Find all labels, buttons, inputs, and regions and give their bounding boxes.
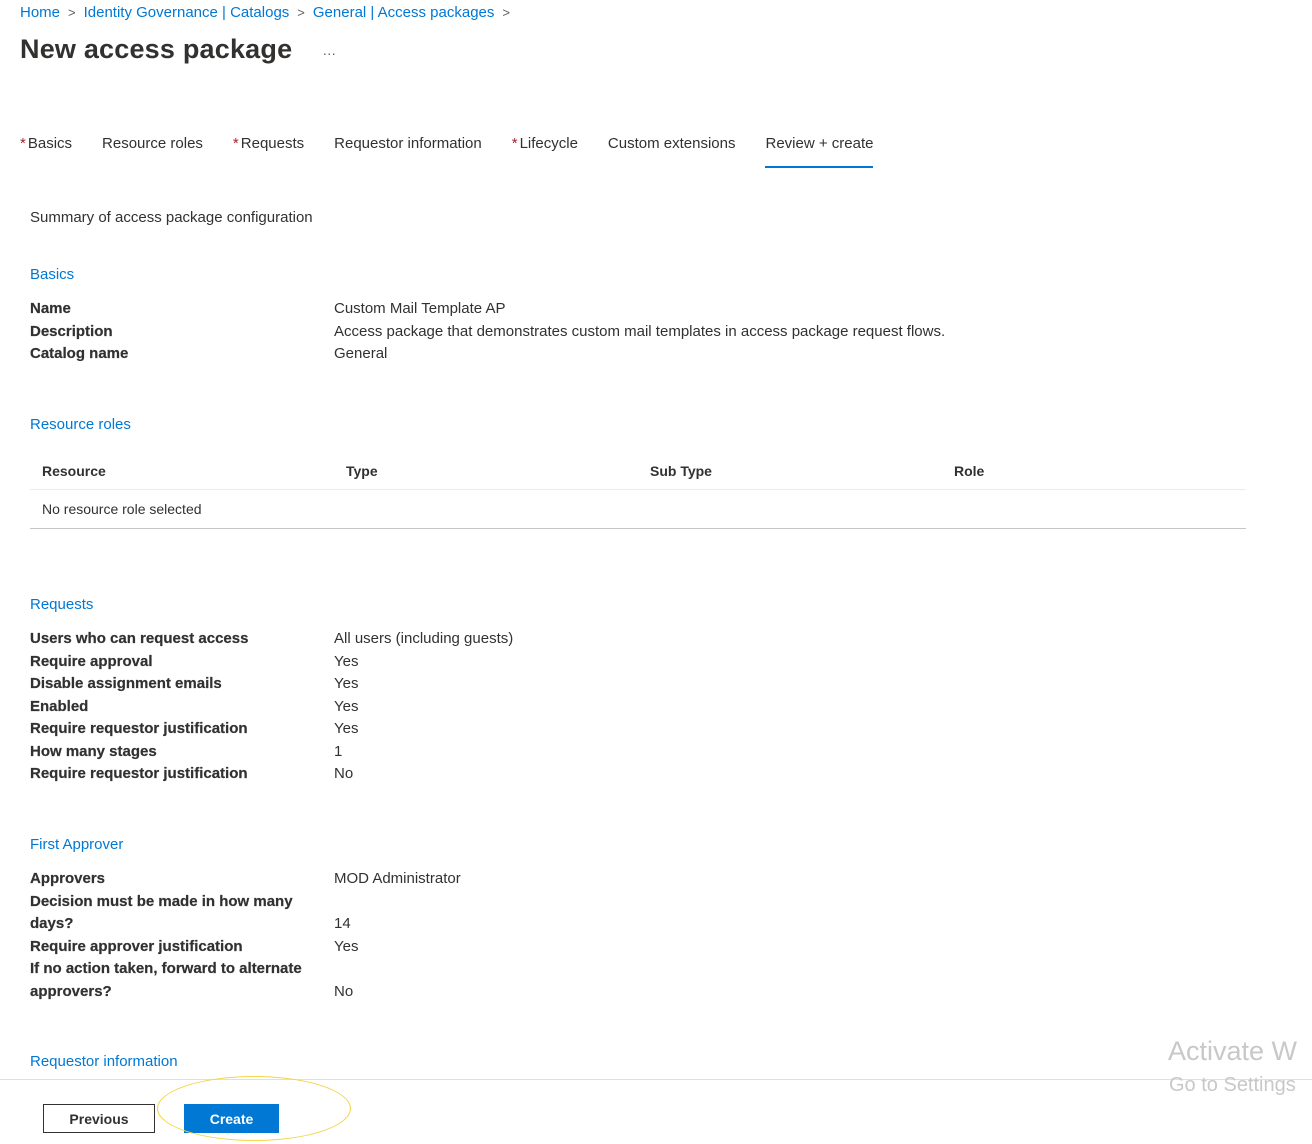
section-first-approver-heading: First Approver (30, 836, 124, 853)
detail-value: No (334, 765, 354, 782)
column-header-role[interactable]: Role (942, 463, 1242, 479)
column-header-sub-type[interactable]: Sub Type (638, 463, 942, 479)
detail-key-line: approvers? (30, 982, 112, 1000)
tab-label: Lifecycle (519, 135, 578, 152)
detail-key-line: days? (30, 915, 74, 932)
detail-value: All users (including guests) (334, 630, 514, 647)
detail-value: 1 (334, 742, 343, 760)
detail-key: Users who can request access (30, 630, 249, 647)
detail-value: General (334, 345, 388, 362)
breadcrumb-home[interactable]: Home (20, 4, 60, 21)
tab-basics[interactable]: * Basics (20, 133, 72, 169)
first-approver-details: Approvers MOD Administrator Decision mus… (30, 868, 1230, 1003)
detail-key: Require approver justification (30, 937, 243, 955)
tab-lifecycle[interactable]: * Lifecycle (512, 133, 578, 169)
column-header-type[interactable]: Type (334, 463, 638, 479)
basics-details: Name Custom Mail Template AP Description… (30, 298, 1230, 366)
chevron-right-icon: > (502, 4, 510, 20)
detail-key: Disable assignment emails (30, 675, 222, 692)
detail-row: Require approval Yes (30, 651, 1230, 674)
breadcrumb-identity-governance[interactable]: Identity Governance | Catalogs (84, 4, 290, 21)
detail-row: How many stages 1 (30, 741, 1230, 764)
detail-row: Approvers MOD Administrator (30, 868, 1230, 891)
section-resource-roles-heading: Resource roles (30, 416, 131, 433)
tab-label: Resource roles (102, 135, 203, 152)
tab-resource-roles[interactable]: Resource roles (102, 133, 203, 169)
required-marker: * (511, 135, 518, 152)
summary-text: Summary of access package configuration (30, 209, 313, 226)
section-basics-heading: Basics (30, 266, 75, 283)
tab-review-create[interactable]: Review + create (765, 133, 873, 169)
required-marker: * (20, 135, 26, 152)
detail-key: Enabled (30, 697, 89, 715)
detail-row: Disable assignment emails Yes (30, 673, 1230, 696)
breadcrumb-access-packages[interactable]: General | Access packages (313, 4, 495, 21)
detail-key: If no action taken, forward to alternate… (30, 958, 334, 1003)
section-requests-heading: Requests (30, 596, 94, 613)
detail-value: Yes (334, 697, 359, 715)
tab-label: Custom extensions (607, 135, 736, 152)
detail-row: Users who can request access All users (… (30, 628, 1230, 651)
detail-row: Catalog name General (30, 343, 1230, 366)
create-button[interactable]: Create (184, 1104, 279, 1133)
detail-key: Require requestor justification (30, 765, 248, 782)
tab-requestor-information[interactable]: Requestor information (334, 133, 482, 169)
tab-label: Basics (27, 135, 73, 152)
tab-label: Review + create (765, 135, 874, 152)
detail-value: Yes (334, 675, 359, 692)
chevron-right-icon: > (297, 4, 305, 20)
detail-row: Require requestor justification No (30, 763, 1230, 786)
required-marker: * (232, 135, 239, 152)
table-header: Resource Type Sub Type Role (30, 452, 1246, 490)
tab-label: Requests (240, 135, 305, 152)
detail-row: Require approver justification Yes (30, 936, 1230, 959)
detail-value: 14 (334, 915, 351, 932)
detail-key-line: If no action taken, forward to alternate (30, 960, 302, 977)
breadcrumb: Home > Identity Governance | Catalogs > … (20, 2, 518, 22)
detail-key: Name (30, 300, 71, 317)
detail-row: Description Access package that demonstr… (30, 321, 1230, 344)
tab-label: Requestor information (334, 135, 482, 152)
detail-value: Yes (334, 937, 359, 955)
detail-row: Decision must be made in how many days? 1… (30, 891, 1230, 936)
resource-roles-table: Resource Type Sub Type Role No resource … (30, 452, 1246, 529)
detail-key: Require approval (30, 652, 153, 670)
title-row: New access package … (20, 34, 336, 65)
table-empty-row: No resource role selected (30, 490, 1246, 529)
column-header-resource[interactable]: Resource (30, 463, 334, 479)
detail-key: Description (30, 322, 113, 340)
wizard-tabs: * Basics Resource roles * Requests Request… (20, 133, 903, 169)
detail-value: Access package that demonstrates custom … (334, 322, 946, 340)
requests-details: Users who can request access All users (… (30, 628, 1230, 786)
tab-custom-extensions[interactable]: Custom extensions (608, 133, 736, 169)
detail-row: Require requestor justification Yes (30, 718, 1230, 741)
activation-watermark-title: Activate W (1168, 1036, 1298, 1066)
previous-button[interactable]: Previous (43, 1104, 155, 1133)
tab-requests[interactable]: * Requests (233, 133, 304, 169)
detail-key: Approvers (30, 870, 106, 887)
detail-value: MOD Administrator (334, 870, 461, 887)
activation-watermark-subtitle: Go to Settings (1169, 1074, 1296, 1096)
detail-key: Catalog name (30, 345, 129, 362)
detail-row: Name Custom Mail Template AP (30, 298, 1230, 321)
detail-row: If no action taken, forward to alternate… (30, 958, 1230, 1003)
detail-value: Yes (334, 652, 359, 670)
detail-key-line: Decision must be made in how many (30, 892, 293, 910)
detail-value: No (334, 982, 354, 1000)
detail-row: Enabled Yes (30, 696, 1230, 719)
more-options-icon[interactable]: … (322, 43, 336, 57)
chevron-right-icon: > (68, 4, 76, 20)
page-title: New access package (20, 34, 293, 64)
section-requestor-information-heading: Requestor information (30, 1053, 178, 1070)
detail-value: Yes (334, 720, 359, 737)
detail-key: Decision must be made in how many days? (30, 891, 334, 936)
detail-key: How many stages (30, 742, 157, 760)
detail-value: Custom Mail Template AP (334, 300, 506, 317)
footer-divider (0, 1079, 1312, 1080)
detail-key: Require requestor justification (30, 720, 248, 737)
